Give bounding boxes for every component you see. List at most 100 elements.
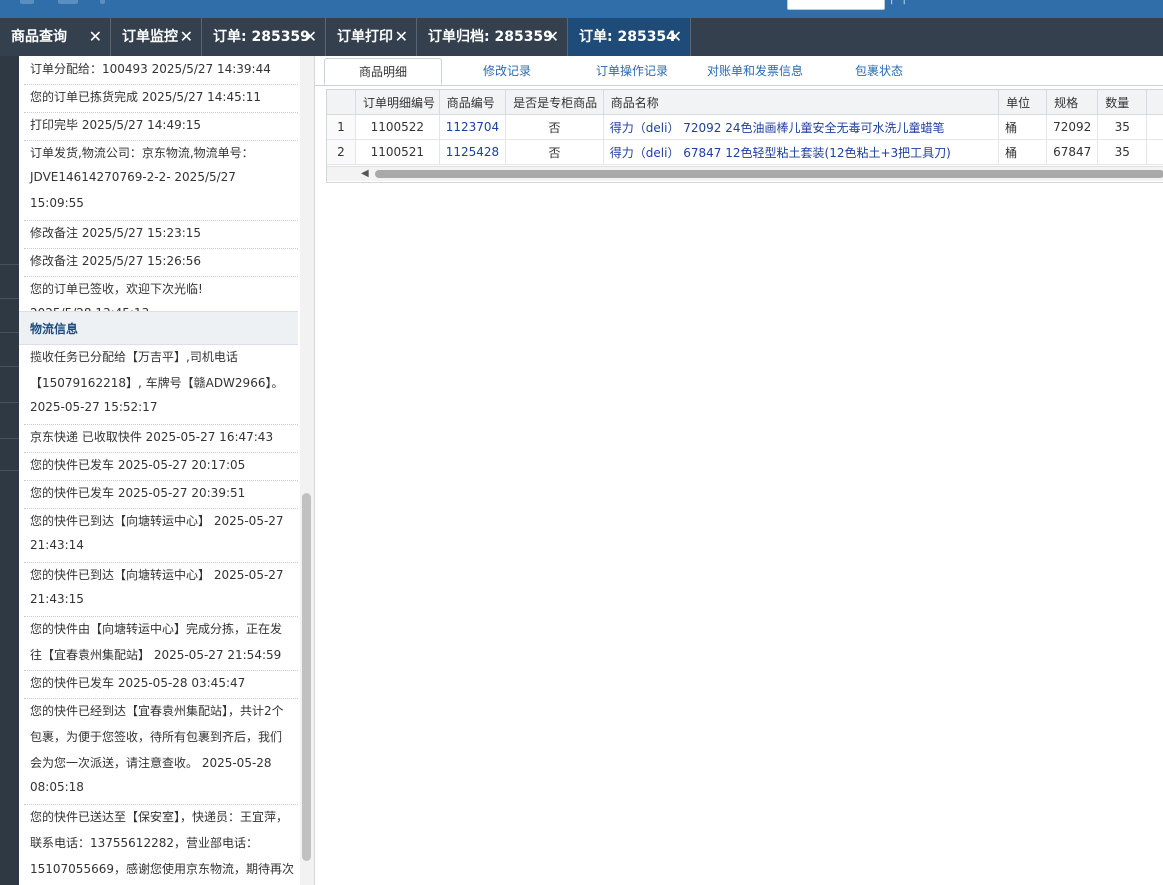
column-header[interactable]: 商品名称 bbox=[603, 90, 1000, 115]
detail-subtabs: 商品明细 修改记录 订单操作记录 对账单和发票信息 包裹状态 bbox=[315, 56, 1163, 86]
goods-detail-grid: 订单明细编号 商品编号 是否是专柜商品 商品名称 单位 规格 数量 1 1100522 1123… bbox=[326, 89, 1163, 183]
subtab-2[interactable]: 订单操作记录 bbox=[596, 62, 668, 79]
table-cell: 35 bbox=[1097, 139, 1148, 165]
column-header[interactable]: 数量 bbox=[1097, 90, 1148, 115]
tab-label: 订单监控 bbox=[122, 29, 178, 45]
close-icon[interactable]: ✕ bbox=[669, 18, 682, 56]
list-item-line: 往【宜春袁州集配站】 2025-05-27 21:54:59 bbox=[30, 648, 282, 662]
table-row[interactable]: 2 1100521 1125428 否得力（deli） 67847 12色轻型粘土套装… bbox=[327, 139, 1163, 165]
logistics-title: 物流信息 bbox=[30, 322, 79, 336]
list-item-line: 08:05:18 bbox=[30, 780, 84, 794]
order-info-panel: 订单分配给：100493 2025/5/27 14:39:44 您的订单已拣货完成… bbox=[19, 56, 315, 885]
table-cell: 1 bbox=[327, 114, 356, 140]
list-item-line: 您的订单已签收，欢迎下次光临! bbox=[30, 282, 203, 296]
list-item-line: 2025-05-27 15:52:17 bbox=[30, 400, 158, 414]
table-cell[interactable]: 得力（deli） 67847 12色轻型粘土套装(12色粘土+3把工具刀) bbox=[603, 139, 1000, 165]
list-item: 打印完毕 2025/5/27 14:49:15 bbox=[24, 112, 298, 141]
tab-2[interactable]: 订单: 285359 ✕ bbox=[202, 18, 326, 56]
table-cell[interactable]: 得力（deli） 72092 24色油画棒儿童安全无毒可水洗儿童蜡笔 bbox=[603, 114, 1000, 140]
close-icon[interactable]: ✕ bbox=[180, 18, 193, 56]
column-header[interactable]: 订单明细编号 bbox=[355, 90, 440, 115]
tab-label: 订单: 285354 bbox=[579, 29, 676, 45]
list-item-line: JDVE14614270769-2-2- 2025/5/27 bbox=[30, 170, 236, 184]
column-header[interactable]: 规格 bbox=[1046, 90, 1099, 115]
column-header[interactable]: 是否是专柜商品 bbox=[505, 90, 604, 115]
list-item: 您的快件已送达至【保安室】，快递员：王宜萍， 联系电话：13755612282，营… bbox=[24, 804, 298, 885]
list-item-line: 您的快件已发车 2025-05-27 20:39:51 bbox=[30, 486, 246, 500]
table-cell: 桶 bbox=[998, 114, 1048, 140]
list-item-line: 会为您一次派送，请注意查收。 2025-05-28 bbox=[30, 756, 272, 770]
tab-label: 订单打印 bbox=[337, 29, 393, 45]
list-item-line: 15107055669，感谢您使用京东物流，期待再次 bbox=[30, 862, 294, 876]
table-cell: 否 bbox=[505, 139, 604, 165]
list-item-line: 包裹，为便于您签收，待所有包裹到齐后，我们 bbox=[30, 730, 283, 744]
nav-sidebar bbox=[0, 56, 19, 885]
list-item: 您的订单已拣货完成 2025/5/27 14:45:11 bbox=[24, 84, 298, 113]
top-banner: | | bbox=[0, 0, 1163, 18]
list-item-line: 您的快件已到达【向塘转运中心】 2025-05-27 bbox=[30, 568, 284, 582]
list-item: 您的快件已发车 2025-05-27 20:17:05 bbox=[24, 452, 298, 481]
table-cell: 35 bbox=[1097, 114, 1148, 140]
table-cell: 72092 bbox=[1046, 114, 1099, 140]
top-faint-mark bbox=[100, 0, 105, 4]
column-header[interactable]: 单位 bbox=[998, 90, 1048, 115]
list-item: 您的快件已到达【向塘转运中心】 2025-05-27 21:43:15 bbox=[24, 562, 298, 617]
column-header[interactable]: 商品编号 bbox=[439, 90, 507, 115]
list-item: 京东快递 已收取快件 2025-05-27 16:47:43 bbox=[24, 424, 298, 453]
top-search-input[interactable] bbox=[787, 0, 885, 10]
table-cell bbox=[1146, 114, 1163, 140]
list-item-line: 联系电话：13755612282，营业部电话： bbox=[30, 836, 258, 850]
scroll-left-arrow-icon[interactable]: ◀ bbox=[361, 168, 369, 179]
table-cell: 否 bbox=[505, 114, 604, 140]
tab-0[interactable]: 商品查询 ✕ bbox=[0, 18, 111, 56]
left-panel-scrollbar[interactable] bbox=[300, 56, 314, 885]
list-item: 订单发货,物流公司：京东物流,物流单号： JDVE14614270769-2-2-… bbox=[24, 140, 298, 221]
subtab-4[interactable]: 包裹状态 bbox=[855, 62, 903, 79]
scrollbar-thumb[interactable] bbox=[302, 493, 311, 861]
list-item: 您的快件已发车 2025-05-28 03:45:47 bbox=[24, 670, 298, 699]
list-item-line: 您的快件已送达至【保安室】，快递员：王宜萍， bbox=[30, 810, 289, 824]
list-item-line: 您的快件已发车 2025-05-28 03:45:47 bbox=[30, 676, 246, 690]
logistics-section-header: 物流信息 bbox=[19, 311, 298, 345]
list-item-line: 打印完毕 2025/5/27 14:49:15 bbox=[30, 118, 202, 132]
list-item-line: 订单发货,物流公司：京东物流,物流单号： bbox=[30, 146, 254, 160]
list-item: 您的快件已经到达【宜春袁州集配站】，共计2个 包裹，为便于您签收，待所有包裹到齐后… bbox=[24, 698, 298, 805]
tab-5[interactable]: 订单: 285354 ✕ bbox=[568, 18, 691, 56]
table-cell bbox=[1146, 139, 1163, 165]
subtab-1[interactable]: 修改记录 bbox=[483, 62, 531, 79]
list-item: 修改备注 2025/5/27 15:26:56 bbox=[24, 248, 298, 277]
close-icon[interactable]: ✕ bbox=[304, 18, 317, 56]
list-item-line: 您的订单已拣货完成 2025/5/27 14:45:11 bbox=[30, 90, 262, 104]
subtab-3[interactable]: 对账单和发票信息 bbox=[707, 62, 803, 79]
column-header bbox=[1146, 90, 1163, 115]
list-item: 您的快件由【向塘转运中心】完成分拣，正在发 往【宜春袁州集配站】 2025-05-… bbox=[24, 616, 298, 671]
tab-label: 订单归档: 285359 bbox=[428, 29, 553, 45]
scrollbar-thumb[interactable] bbox=[375, 170, 1163, 178]
list-item: 修改备注 2025/5/27 15:23:15 bbox=[24, 220, 298, 249]
close-icon[interactable]: ✕ bbox=[89, 18, 102, 56]
grid-horizontal-scrollbar[interactable]: ◀ bbox=[327, 166, 1163, 181]
list-item-line: 15:09:55 bbox=[30, 196, 84, 210]
tab-3[interactable]: 订单打印 ✕ bbox=[326, 18, 417, 56]
top-faint-mark bbox=[20, 0, 34, 4]
list-item-line: 揽收任务已分配给【万吉平】,司机电话 bbox=[30, 350, 238, 364]
list-item: 揽收任务已分配给【万吉平】,司机电话【15079162218】, 车牌号【赣AD… bbox=[24, 344, 298, 425]
tab-4[interactable]: 订单归档: 285359 ✕ bbox=[417, 18, 568, 56]
close-icon[interactable]: ✕ bbox=[395, 18, 408, 56]
list-item-line: 您的快件已到达【向塘转运中心】 2025-05-27 bbox=[30, 514, 284, 528]
list-item: 订单分配给：100493 2025/5/27 14:39:44 bbox=[24, 56, 298, 85]
close-icon[interactable]: ✕ bbox=[546, 18, 559, 56]
list-item-line: 您的快件由【向塘转运中心】完成分拣，正在发 bbox=[30, 622, 283, 636]
table-row[interactable]: 1 1100522 1123704 否得力（deli） 72092 24色油画棒儿童安… bbox=[327, 114, 1163, 140]
tab-1[interactable]: 订单监控 ✕ bbox=[111, 18, 202, 56]
table-cell: 1100521 bbox=[355, 139, 440, 165]
list-item-line: 21:43:15 bbox=[30, 592, 84, 606]
goods-table: 订单明细编号 商品编号 是否是专柜商品 商品名称 单位 规格 数量 1 1100522 1123… bbox=[327, 90, 1163, 165]
tab-strip: 商品查询 ✕ 订单监控 ✕ 订单: 285359 ✕ 订单打印 ✕ 订单归档: 285359 ✕ 订… bbox=[0, 18, 1163, 56]
subtab-0[interactable]: 商品明细 bbox=[324, 58, 442, 85]
top-nav-links[interactable]: | | bbox=[890, 0, 909, 5]
table-cell[interactable]: 1125428 bbox=[439, 139, 507, 165]
list-item-line: 【15079162218】, 车牌号【赣ADW2966】。 bbox=[30, 376, 284, 390]
table-cell[interactable]: 1123704 bbox=[439, 114, 507, 140]
column-header[interactable] bbox=[327, 90, 356, 115]
